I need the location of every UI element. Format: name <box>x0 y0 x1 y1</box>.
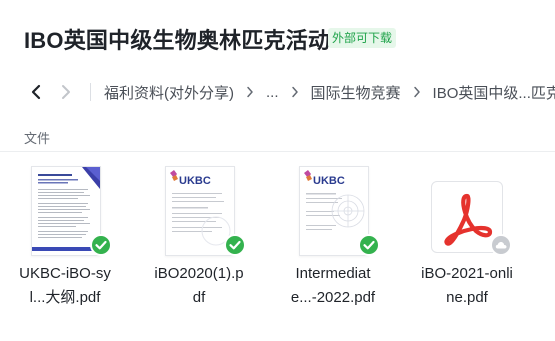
section-divider <box>0 151 555 152</box>
synced-check-icon <box>358 234 380 256</box>
breadcrumb-ellipsis[interactable]: ... <box>266 84 279 101</box>
back-button[interactable] <box>26 74 46 110</box>
file-name-line: ne.pdf <box>446 289 488 306</box>
file-name-line: l...大纲.pdf <box>29 289 101 306</box>
breadcrumb-item[interactable]: 福利资料(对外分享) <box>104 82 234 103</box>
chevron-left-icon <box>31 84 41 100</box>
file-item[interactable]: iBO-2021-onli ne.pdf <box>402 160 532 330</box>
file-name-line: UKBC-iBO-sy <box>19 265 111 282</box>
file-item[interactable]: UKBC-iBO-sy l...大纲.pdf <box>0 160 130 330</box>
file-name-line: df <box>192 289 206 306</box>
breadcrumb-separator-icon <box>246 86 254 98</box>
svg-text:UKBC: UKBC <box>179 175 211 187</box>
file-name: Intermediat e...-2022.pdf <box>268 262 398 310</box>
forward-button[interactable] <box>56 74 76 110</box>
external-download-badge: 外部可下载 <box>328 28 397 48</box>
svg-text:UKBC: UKBC <box>313 175 345 187</box>
synced-check-icon <box>224 234 246 256</box>
file-name: iBO2020(1).p df <box>134 262 264 310</box>
file-name: UKBC-iBO-sy l...大纲.pdf <box>0 262 130 310</box>
breadcrumb-item[interactable]: 国际生物竞赛 <box>311 82 401 103</box>
file-name-line: iBO-2021-onli <box>421 265 513 282</box>
navigation-bar: 福利资料(对外分享) ... 国际生物竞赛 IBO英国中级...匹克 <box>0 74 555 110</box>
file-item[interactable]: UKBC Intermediat e...-2022.pdf <box>268 160 398 330</box>
file-name-line: Intermediat <box>295 265 371 282</box>
breadcrumb: 福利资料(对外分享) ... 国际生物竞赛 IBO英国中级...匹克 <box>104 74 555 110</box>
synced-check-icon <box>90 234 112 256</box>
nav-divider <box>90 83 91 101</box>
chevron-right-icon <box>62 85 70 99</box>
file-item[interactable]: UKBC iBO2020(1).p df <box>134 160 264 330</box>
cloud-icon <box>490 234 512 256</box>
section-label-files: 文件 <box>24 131 51 146</box>
file-name-line: e...-2022.pdf <box>290 289 376 306</box>
breadcrumb-separator-icon <box>413 86 421 98</box>
breadcrumb-separator-icon <box>291 86 299 98</box>
file-name-line: iBO2020(1).p <box>154 265 244 282</box>
breadcrumb-current[interactable]: IBO英国中级...匹克 <box>433 82 555 103</box>
page-title: IBO英国中级生物奥林匹克活动 <box>24 28 331 53</box>
file-name: iBO-2021-onli ne.pdf <box>402 262 532 310</box>
header: IBO英国中级生物奥林匹克活动 外部可下载 <box>0 0 555 74</box>
